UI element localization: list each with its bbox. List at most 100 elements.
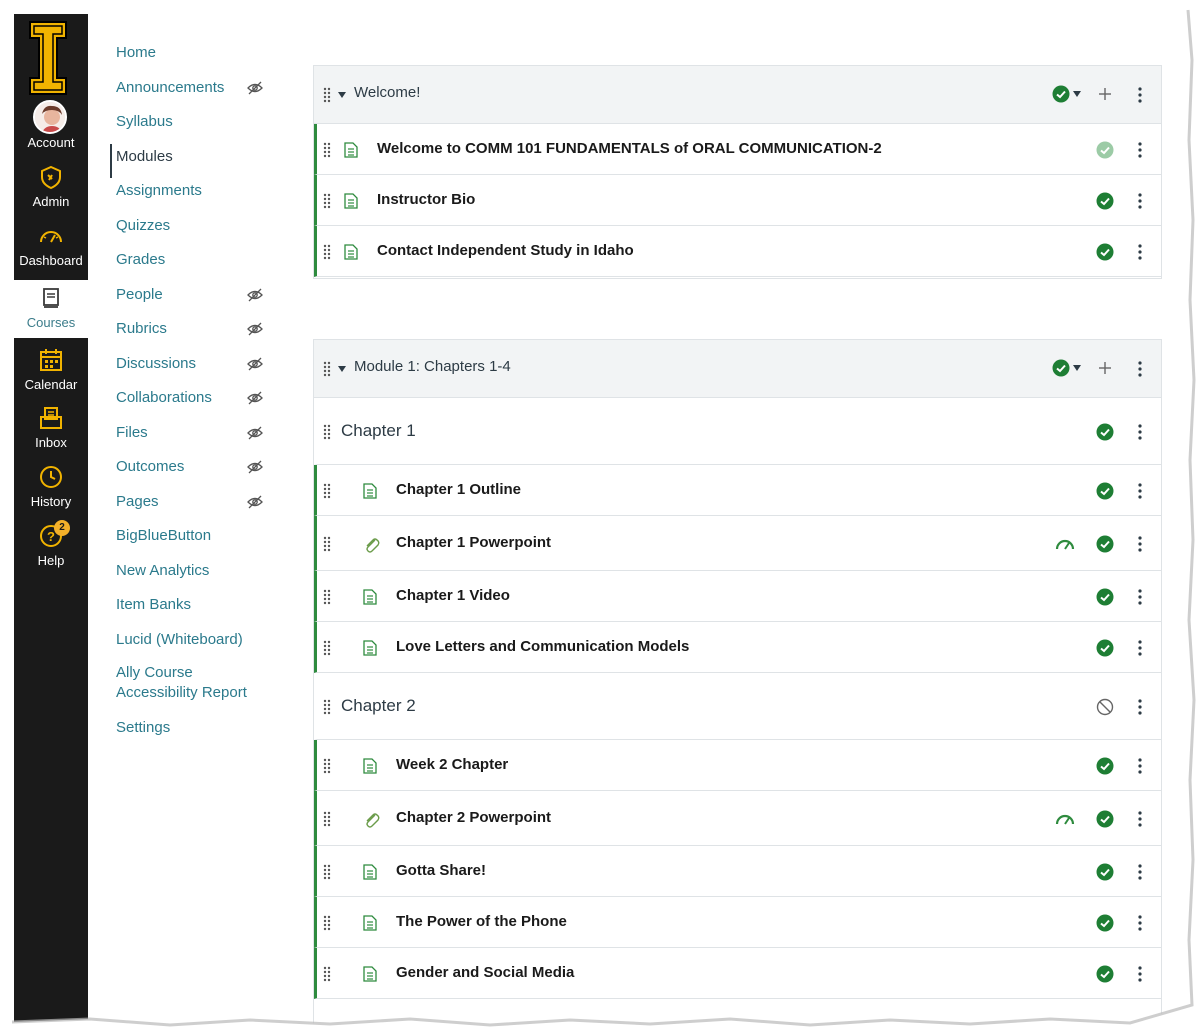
accessibility-gauge-icon[interactable]: [1055, 812, 1075, 826]
published-check-icon[interactable]: [1096, 639, 1114, 657]
add-item-icon[interactable]: [1098, 87, 1112, 101]
item-title[interactable]: Chapter 2 Powerpoint: [396, 809, 551, 826]
nav-account[interactable]: Account: [14, 100, 88, 158]
drag-handle-icon[interactable]: [323, 966, 331, 982]
published-check-icon[interactable]: [1096, 965, 1114, 983]
item-title[interactable]: Chapter 1 Outline: [396, 481, 521, 498]
published-check-icon[interactable]: [1096, 863, 1114, 881]
kebab-menu-icon[interactable]: [1138, 482, 1142, 499]
course-nav-item-new-analytics[interactable]: New Analytics: [110, 558, 300, 593]
module-subheader[interactable]: Chapter 1: [314, 398, 1161, 465]
kebab-menu-icon[interactable]: [1138, 965, 1142, 982]
kebab-menu-icon[interactable]: [1138, 243, 1142, 260]
course-nav-item-files[interactable]: Files: [110, 420, 300, 455]
module-item[interactable]: Contact Independent Study in Idaho: [314, 226, 1161, 277]
kebab-menu-icon[interactable]: [1138, 698, 1142, 715]
kebab-menu-icon[interactable]: [1138, 639, 1142, 656]
kebab-menu-icon[interactable]: [1138, 535, 1142, 552]
collapse-caret-icon[interactable]: [338, 366, 346, 372]
course-nav-item-outcomes[interactable]: Outcomes: [110, 454, 300, 489]
drag-handle-icon[interactable]: [323, 699, 331, 715]
module-header[interactable]: Module 1: Chapters 1-4: [314, 340, 1161, 398]
published-check-icon[interactable]: [1096, 810, 1114, 828]
course-nav-item-assignments[interactable]: Assignments: [110, 178, 300, 213]
collapse-caret-icon[interactable]: [338, 92, 346, 98]
course-nav-item-lucid-whiteboard[interactable]: Lucid (Whiteboard): [110, 627, 300, 662]
drag-handle-icon[interactable]: [323, 864, 331, 880]
item-title[interactable]: Instructor Bio: [377, 191, 475, 208]
kebab-menu-icon[interactable]: [1138, 192, 1142, 209]
publish-menu-caret-icon[interactable]: [1073, 91, 1081, 97]
unpublished-icon[interactable]: [1096, 698, 1114, 716]
item-title[interactable]: The Power of the Phone: [396, 913, 567, 930]
module-header[interactable]: Welcome!: [314, 66, 1161, 124]
nav-calendar[interactable]: Calendar: [14, 342, 88, 400]
module-item[interactable]: Chapter 1 Outline: [314, 465, 1161, 516]
module-item[interactable]: Instructor Bio: [314, 175, 1161, 226]
course-nav-item-discussions[interactable]: Discussions: [110, 351, 300, 386]
drag-handle-icon[interactable]: [323, 915, 331, 931]
item-title[interactable]: Love Letters and Communication Models: [396, 638, 689, 655]
published-check-icon[interactable]: [1096, 243, 1114, 261]
drag-handle-icon[interactable]: [323, 758, 331, 774]
course-nav-item-announcements[interactable]: Announcements: [110, 75, 300, 110]
course-nav-item-collaborations[interactable]: Collaborations: [110, 385, 300, 420]
kebab-menu-icon[interactable]: [1138, 423, 1142, 440]
module-item[interactable]: Gotta Share!: [314, 846, 1161, 897]
course-nav-item-pages[interactable]: Pages: [110, 489, 300, 524]
subheader-title[interactable]: Chapter 1: [341, 421, 416, 441]
item-title[interactable]: Gender and Social Media: [396, 964, 574, 981]
module-item[interactable]: Week 2 Chapter: [314, 740, 1161, 791]
module-item[interactable]: The Power of the Phone: [314, 897, 1161, 948]
kebab-menu-icon[interactable]: [1138, 810, 1142, 827]
kebab-menu-icon[interactable]: [1138, 141, 1142, 158]
kebab-menu-icon[interactable]: [1138, 588, 1142, 605]
drag-handle-icon[interactable]: [323, 536, 331, 552]
module-item[interactable]: Love Letters and Communication Models: [314, 622, 1161, 673]
drag-handle-icon[interactable]: [323, 424, 331, 440]
subheader-title[interactable]: Chapter 2: [341, 696, 416, 716]
course-nav-item-people[interactable]: People: [110, 282, 300, 317]
nav-history[interactable]: History: [14, 459, 88, 517]
published-check-icon[interactable]: [1096, 141, 1114, 159]
kebab-menu-icon[interactable]: [1138, 361, 1142, 377]
publish-menu-caret-icon[interactable]: [1073, 365, 1081, 371]
add-item-icon[interactable]: [1098, 361, 1112, 375]
module-subheader[interactable]: Chapter 2: [314, 673, 1161, 740]
module-item[interactable]: Welcome to COMM 101 FUNDAMENTALS of ORAL…: [314, 124, 1161, 175]
course-nav-item-ally-course-accessibility-report[interactable]: Ally Course Accessibility Report: [110, 661, 300, 715]
kebab-menu-icon[interactable]: [1138, 757, 1142, 774]
drag-handle-icon[interactable]: [323, 361, 331, 377]
nav-courses[interactable]: Courses: [14, 280, 88, 338]
nav-dashboard[interactable]: Dashboard: [14, 218, 88, 276]
module-item[interactable]: Gender and Social Media: [314, 948, 1161, 999]
course-nav-item-modules[interactable]: Modules: [110, 143, 300, 178]
drag-handle-icon[interactable]: [323, 483, 331, 499]
course-nav-item-quizzes[interactable]: Quizzes: [110, 213, 300, 248]
course-nav-item-bigbluebutton[interactable]: BigBlueButton: [110, 523, 300, 558]
item-title[interactable]: Contact Independent Study in Idaho: [377, 242, 634, 259]
course-nav-item-home[interactable]: Home: [110, 40, 300, 75]
accessibility-gauge-icon[interactable]: [1055, 537, 1075, 551]
course-nav-item-item-banks[interactable]: Item Banks: [110, 592, 300, 627]
drag-handle-icon[interactable]: [323, 811, 331, 827]
published-check-icon[interactable]: [1096, 192, 1114, 210]
university-logo[interactable]: [28, 20, 68, 96]
item-title[interactable]: Gotta Share!: [396, 862, 486, 879]
published-check-icon[interactable]: [1052, 359, 1070, 377]
course-nav-item-grades[interactable]: Grades: [110, 247, 300, 282]
published-check-icon[interactable]: [1096, 482, 1114, 500]
drag-handle-icon[interactable]: [323, 244, 331, 260]
kebab-menu-icon[interactable]: [1138, 87, 1142, 103]
drag-handle-icon[interactable]: [323, 589, 331, 605]
drag-handle-icon[interactable]: [323, 193, 331, 209]
module-item[interactable]: Chapter 1 Powerpoint: [314, 516, 1161, 571]
published-check-icon[interactable]: [1052, 85, 1070, 103]
published-check-icon[interactable]: [1096, 588, 1114, 606]
course-nav-item-settings[interactable]: Settings: [110, 715, 300, 750]
item-title[interactable]: Week 2 Chapter: [396, 756, 508, 773]
item-title[interactable]: Chapter 1 Powerpoint: [396, 534, 551, 551]
published-check-icon[interactable]: [1096, 535, 1114, 553]
published-check-icon[interactable]: [1096, 757, 1114, 775]
kebab-menu-icon[interactable]: [1138, 914, 1142, 931]
